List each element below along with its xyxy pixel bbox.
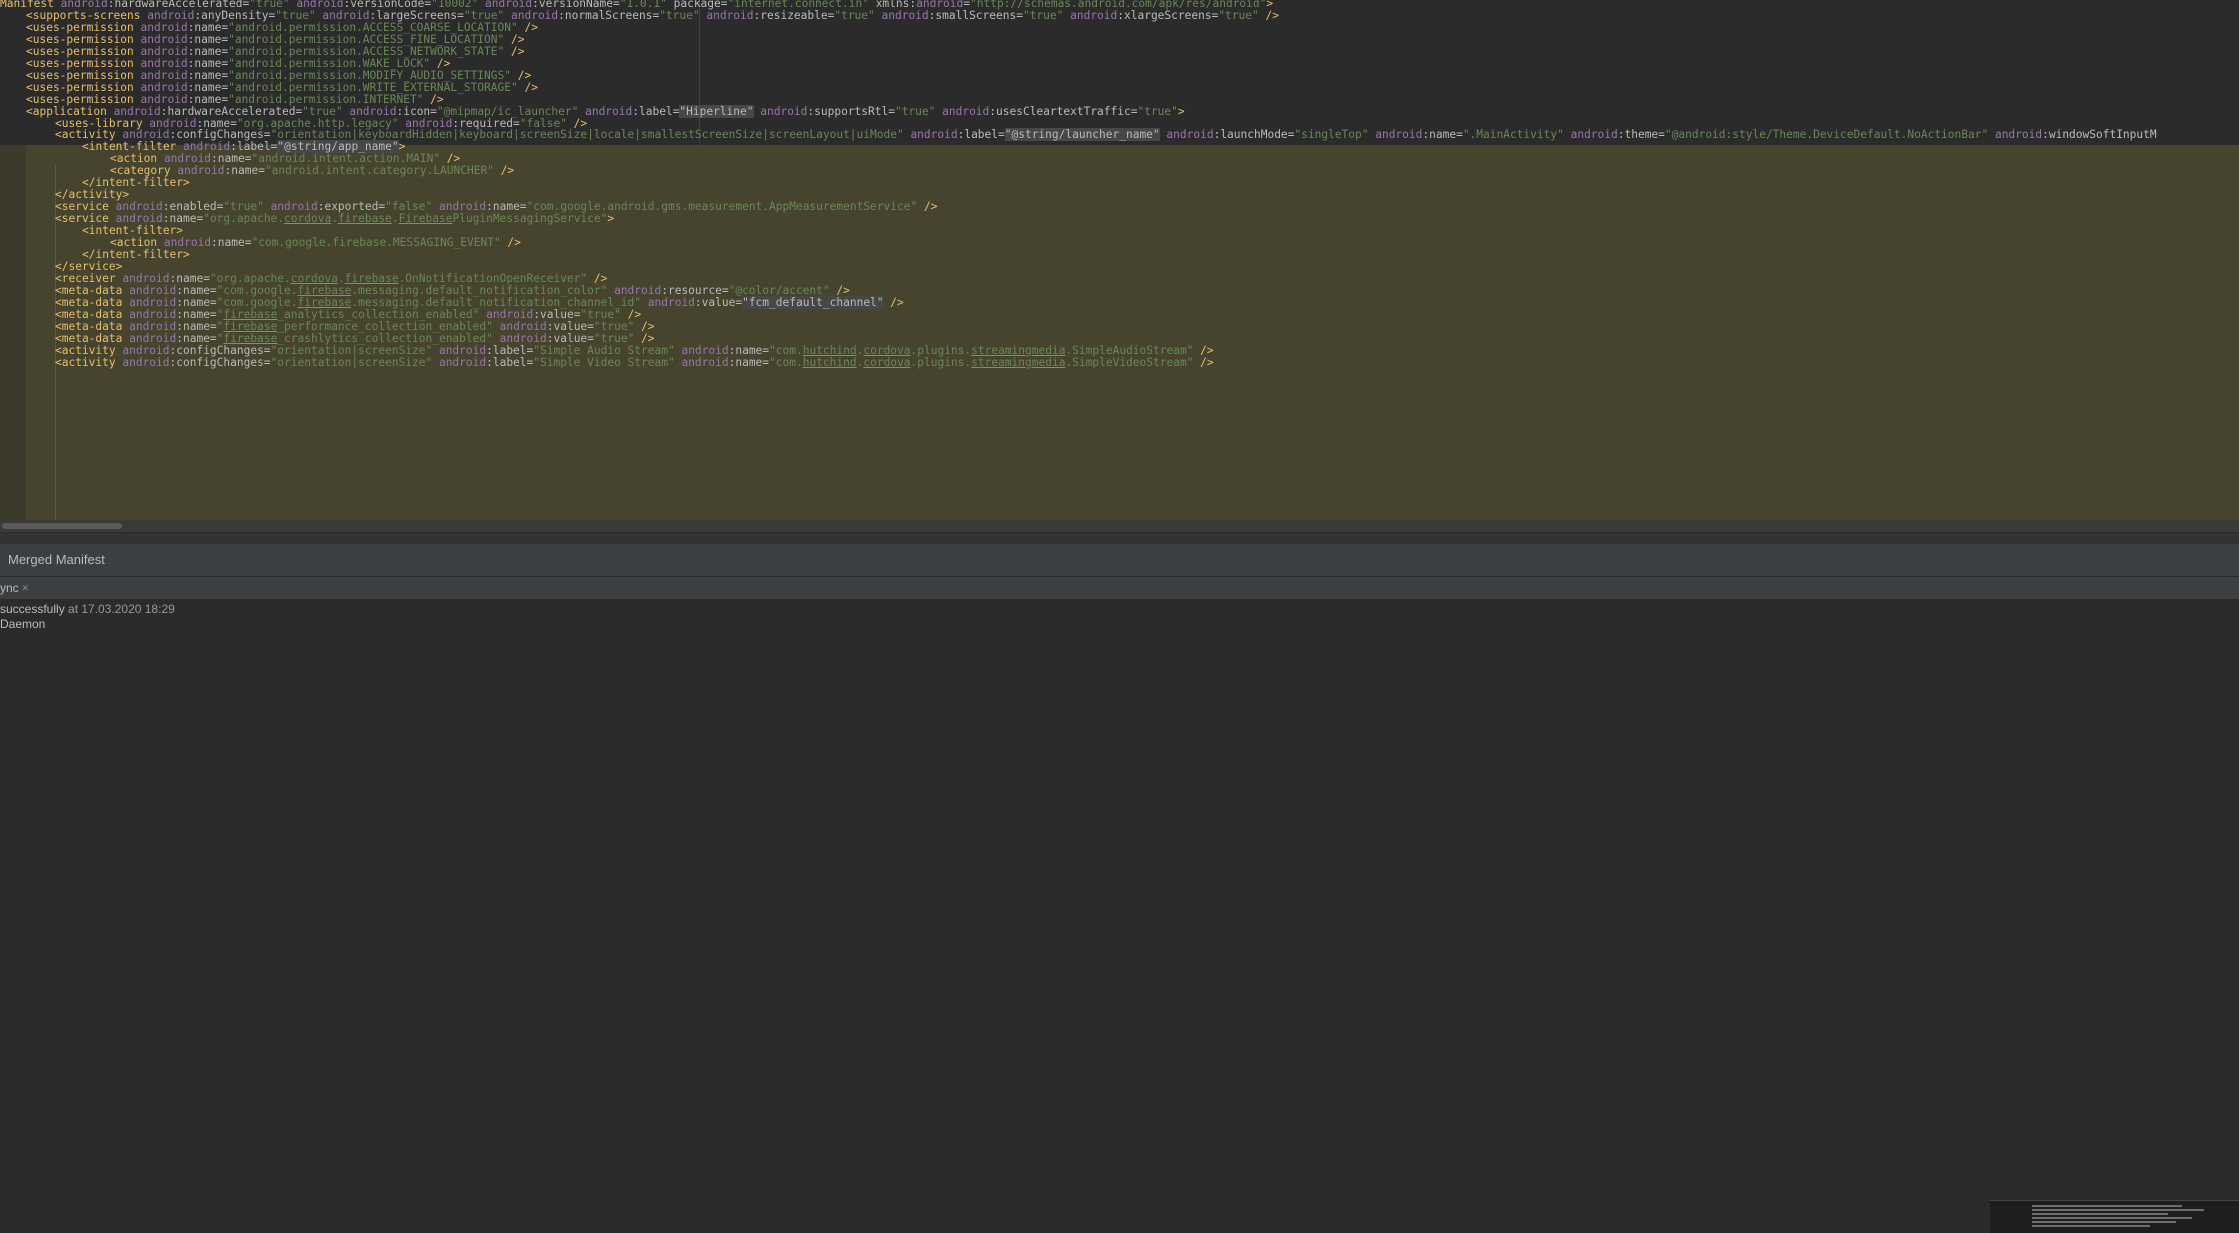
log-mini-line [2032,1209,2204,1211]
code-token: :normalScreens= [558,8,660,22]
code-token: "singleTop" [1294,128,1376,142]
daemon-line: Daemon [0,617,46,631]
code-token: :label= [957,128,1005,142]
code-token: firebase [337,212,392,226]
code-token: android [760,104,808,118]
code-token: /> [923,200,938,214]
code-token: android [681,355,729,369]
code-token: android [706,8,754,22]
code-token: . [331,212,338,226]
code-token: /> [890,295,904,309]
code-token: "@string/launcher_name" [1004,128,1160,142]
sync-tab-label[interactable]: ync [0,577,19,599]
code-token: cordova [284,212,332,226]
code-token: .SimpleVideoStream" [1065,355,1201,369]
code-token: android [1994,128,2043,142]
build-log-thumbnail [1990,1200,2239,1233]
log-mini-line [2032,1225,2150,1227]
build-status-line: successfully at 17.03.2020 18:29 [0,602,175,616]
code-token: android [122,355,170,369]
code-token: android [1570,128,1618,142]
code-token: "@android:style/Theme.DeviceDefault.NoAc… [1664,128,1995,142]
code-token: :label= [632,104,680,118]
scrollbar-thumb[interactable] [2,523,122,529]
close-icon[interactable]: ✕ [22,577,29,599]
fold-gutter [0,145,26,520]
code-token: "Simple Video Stream" [533,355,682,369]
code-token: android [438,355,487,369]
code-token: ".MainActivity" [1462,128,1571,142]
log-mini-line [2032,1205,2182,1207]
code-token: /> [507,236,521,249]
code-token: android [910,128,958,142]
code-token: PluginMessagingService" [452,212,608,226]
code-token: "com. [769,355,803,369]
code-token: android [942,104,990,118]
code-token: "org.apache. [203,212,285,226]
code-token: <activity [55,355,123,369]
code-token: :usesCleartextTraffic= [989,104,1138,118]
code-token: :name= [1422,128,1463,142]
log-mini-line [2032,1217,2192,1219]
log-mini-line [2032,1213,2168,1215]
code-token: :resizeable= [753,8,835,22]
code-token: android [1166,128,1214,142]
editor-bottom-tabs: Merged Manifest [0,544,2239,577]
code-token: cordova [863,355,911,369]
code-token: "true" [1137,104,1178,118]
code-token: "true" [659,8,707,22]
code-token: /> [524,20,538,34]
code-token: > [607,212,615,226]
code-editor[interactable]: Manifest android:hardwareAccelerated="tr… [0,0,2239,520]
code-token: :name= [224,164,265,178]
code-token: /> [1265,8,1279,22]
code-token: "fcm_default_channel" [742,295,884,309]
build-output-panel: successfully at 17.03.2020 18:29 Daemon [0,600,2239,1233]
code-token: :configChanges= [169,355,271,369]
code-line[interactable]: <activity android:configChanges="orienta… [55,354,1214,371]
build-status-text: successfully [0,602,65,616]
code-token: :launchMode= [1213,128,1295,142]
code-token: streamingmedia [971,355,1066,369]
code-token: "true" [1218,8,1266,22]
code-token: "com.google.firebase.MESSAGING_EVENT" [251,236,508,249]
code-token: :windowSoftInputM [2042,128,2157,142]
code-token: :supportsRtl= [807,104,895,118]
code-token: "true" [894,104,943,118]
code-token: .plugins. [910,355,972,369]
code-token: "orientation|screenSize" [270,355,439,369]
code-token: /> [524,80,538,94]
code-token: :theme= [1617,128,1665,142]
code-token: android [1375,128,1423,142]
code-token: . [391,212,399,226]
code-token: :name= [728,355,770,369]
code-token: android [881,8,929,22]
code-token: :smallScreens= [928,8,1023,22]
code-token: hutchind [802,355,857,369]
log-mini-line [2032,1221,2176,1223]
code-token: android [1070,8,1118,22]
code-token: "android.intent.category.LAUNCHER" [264,164,501,178]
code-token: :value= [694,295,743,309]
tab-merged-manifest[interactable]: Merged Manifest [8,544,105,576]
code-token: Firebase [398,212,453,226]
code-token: /> [510,44,525,58]
code-token: android [647,295,695,309]
sync-tool-bar: ync ✕ [0,577,2239,599]
code-token: "Hiperline" [679,104,754,118]
code-token: /> [1200,355,1214,369]
code-token: "true" [1022,8,1071,22]
code-token: /> [500,164,515,178]
build-timestamp: at 17.03.2020 18:29 [64,602,175,616]
code-token: android [585,104,633,118]
code-token: > [1177,104,1185,118]
code-token: :name= [211,236,252,249]
code-token: "true" [834,8,882,22]
horizontal-scrollbar[interactable] [0,520,2239,532]
code-token: :label= [486,355,534,369]
code-token: :xlargeScreens= [1117,8,1219,22]
